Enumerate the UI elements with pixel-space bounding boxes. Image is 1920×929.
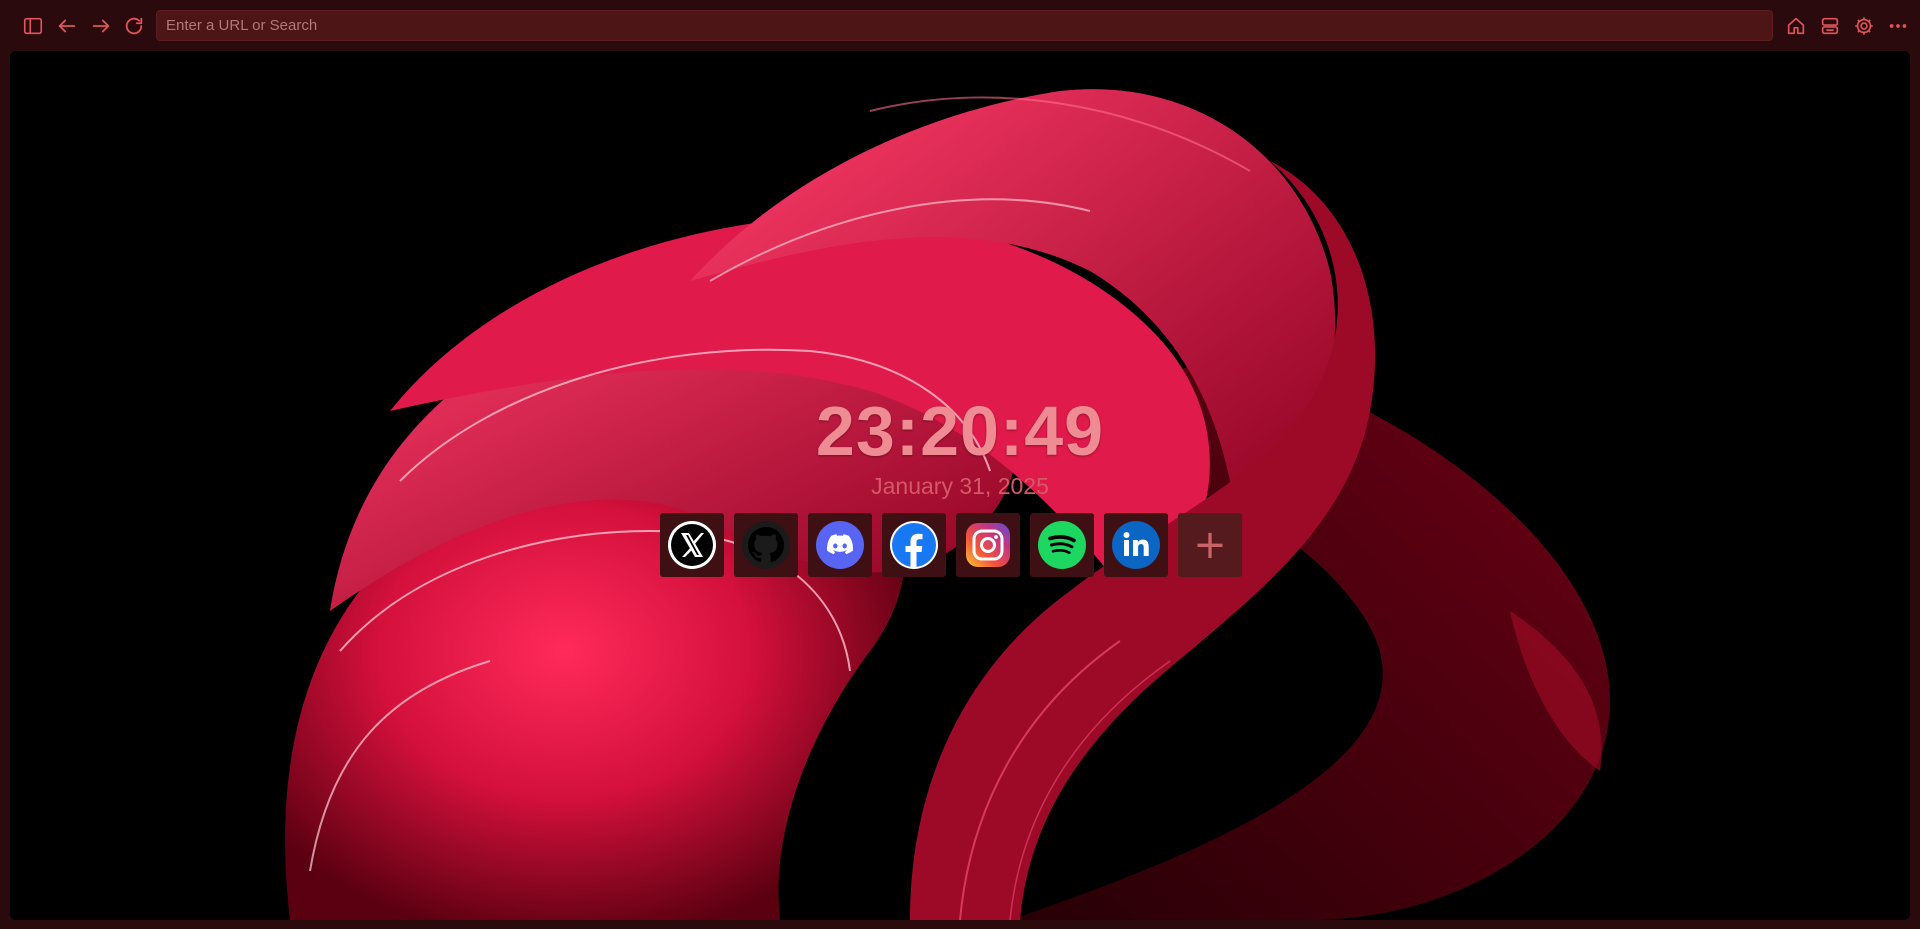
back-button[interactable] [52, 11, 82, 41]
shortcut-discord[interactable] [808, 513, 872, 577]
clock-time: 23:20:49 [815, 392, 1105, 470]
home-icon [1787, 17, 1805, 35]
spotify-logo-icon [1038, 521, 1086, 569]
instagram-logo-icon [966, 523, 1010, 567]
github-logo-icon [742, 521, 790, 569]
url-bar[interactable] [156, 10, 1773, 41]
tab-overview-button[interactable] [1815, 11, 1845, 41]
add-shortcut-button[interactable]: + [1178, 513, 1242, 577]
shortcut-bar: + [660, 513, 1242, 577]
facebook-logo-icon [890, 521, 938, 569]
x-logo-icon [668, 521, 716, 569]
more-dots-icon [1889, 24, 1907, 28]
home-button[interactable] [1781, 11, 1811, 41]
discord-logo-icon [816, 521, 864, 569]
reload-button[interactable] [119, 11, 149, 41]
sidebar-toggle-icon [23, 17, 43, 35]
linkedin-logo-icon [1112, 521, 1160, 569]
forward-arrow-icon [92, 19, 110, 33]
tab-overview-icon [1821, 17, 1839, 35]
new-tab-page: 23:20:49 January 31, 2025 + [10, 51, 1910, 920]
shortcut-facebook[interactable] [882, 513, 946, 577]
shortcut-spotify[interactable] [1030, 513, 1094, 577]
shortcut-github[interactable] [734, 513, 798, 577]
shortcut-instagram[interactable] [956, 513, 1020, 577]
forward-button[interactable] [86, 11, 116, 41]
reload-icon [125, 17, 143, 35]
plus-icon: + [1193, 522, 1227, 568]
url-input[interactable] [157, 16, 1772, 35]
shortcut-x[interactable] [660, 513, 724, 577]
back-arrow-icon [58, 19, 76, 33]
more-menu-button[interactable] [1883, 11, 1913, 41]
clock-date: January 31, 2025 [871, 473, 1049, 499]
settings-button[interactable] [1849, 11, 1879, 41]
gear-icon [1855, 17, 1873, 35]
shortcut-linkedin[interactable] [1104, 513, 1168, 577]
sidebar-toggle-button[interactable] [18, 11, 48, 41]
browser-toolbar [0, 0, 1920, 50]
